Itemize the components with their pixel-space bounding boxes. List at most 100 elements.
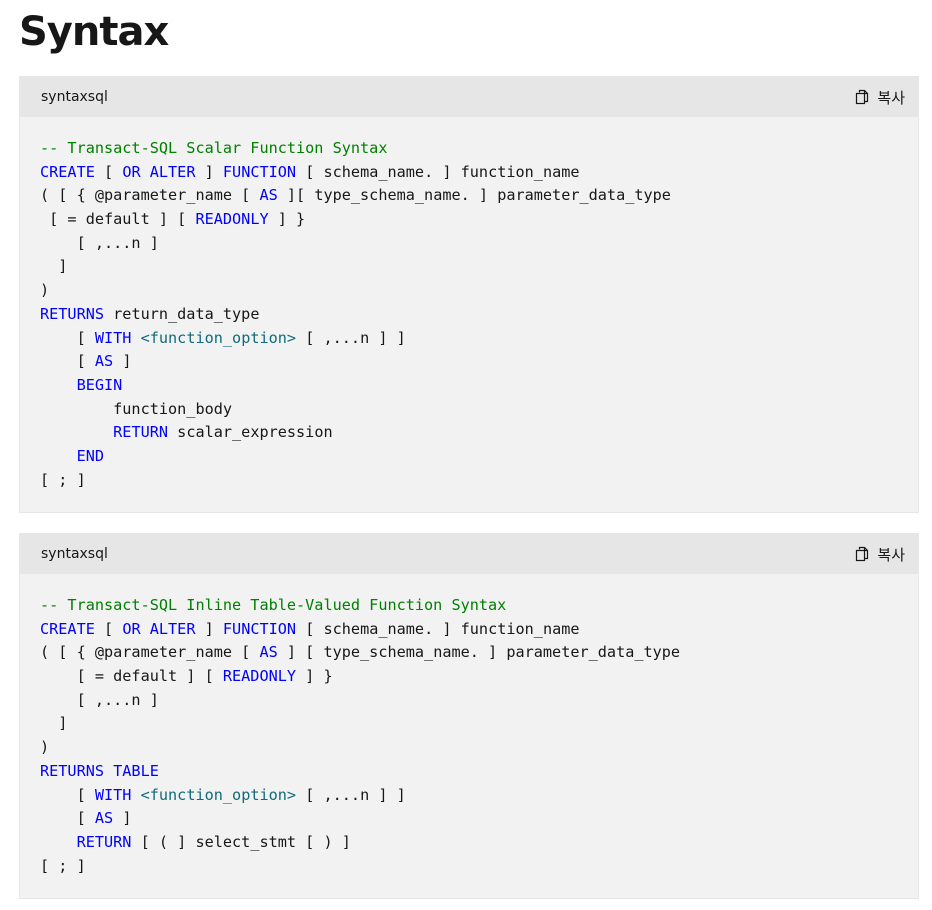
sql-placeholder: <function_option>: [140, 328, 297, 347]
code-text: [: [40, 785, 95, 804]
code-line: END: [40, 445, 918, 469]
sql-keyword: WITH: [94, 328, 132, 347]
sql-placeholder: <function_option>: [140, 785, 297, 804]
code-text: ]: [195, 162, 223, 181]
sql-keyword: FUNCTION: [222, 619, 297, 638]
code-line: ]: [40, 255, 918, 279]
code-text: ][ type_schema_name. ] parameter_data_ty…: [277, 186, 671, 205]
code-text: [: [40, 352, 95, 371]
code-line: CREATE [ OR ALTER ] FUNCTION [ schema_na…: [40, 618, 918, 642]
code-line: CREATE [ OR ALTER ] FUNCTION [ schema_na…: [40, 161, 918, 185]
code-text: [ ( ] select_stmt [ ) ]: [131, 832, 351, 851]
sql-keyword: RETURN: [113, 423, 169, 442]
sql-keyword: OR ALTER: [122, 162, 196, 181]
code-text: [: [40, 328, 95, 347]
code-text: [ = default ] [: [40, 667, 223, 686]
code-block-header: syntaxsql 복사: [20, 534, 918, 574]
sql-keyword: AS: [259, 643, 278, 662]
code-line: ( [ { @parameter_name [ AS ] [ type_sche…: [40, 641, 918, 665]
language-label: syntaxsql: [41, 89, 108, 105]
code-line: RETURNS return_data_type: [40, 303, 918, 327]
code-line: RETURNS TABLE: [40, 760, 918, 784]
code-text: [: [94, 619, 123, 638]
code-text: ]: [113, 352, 132, 371]
code-text: [ ; ]: [40, 470, 86, 489]
sql-keyword: OR ALTER: [122, 619, 196, 638]
sql-keyword: RETURN: [76, 832, 132, 851]
code-block-header: syntaxsql 복사: [20, 77, 918, 117]
code-text: ] }: [268, 210, 306, 229]
code-text: ]: [40, 257, 68, 276]
code-text: scalar_expression: [168, 423, 333, 442]
code-line: ]: [40, 712, 918, 736]
copy-icon: [854, 89, 870, 105]
sql-keyword: END: [76, 446, 105, 465]
code-line: RETURN [ ( ] select_stmt [ ) ]: [40, 831, 918, 855]
code-line: ): [40, 279, 918, 303]
code-text: ): [40, 738, 50, 757]
sql-keyword: AS: [94, 352, 114, 371]
sql-keyword: AS: [94, 809, 114, 828]
copy-label: 복사: [877, 88, 905, 107]
code-line: [ AS ]: [40, 807, 918, 831]
sql-comment: -- Transact-SQL Inline Table-Valued Func…: [40, 596, 507, 614]
sql-comment: -- Transact-SQL Scalar Function Syntax: [40, 139, 388, 157]
code-content: -- Transact-SQL Inline Table-Valued Func…: [20, 574, 918, 878]
code-line: ( [ { @parameter_name [ AS ][ type_schem…: [40, 184, 918, 208]
sql-keyword: CREATE: [40, 162, 95, 181]
code-text: [ ; ]: [40, 856, 86, 875]
code-text: ( [ { @parameter_name [: [40, 186, 260, 205]
sql-keyword: AS: [259, 186, 278, 205]
code-content: -- Transact-SQL Scalar Function Syntax CR…: [20, 117, 918, 492]
sql-keyword: READONLY: [195, 210, 269, 229]
copy-button[interactable]: 복사: [854, 77, 905, 117]
copy-button[interactable]: 복사: [854, 534, 905, 574]
sql-keyword: RETURNS TABLE: [40, 761, 159, 780]
code-text: ] }: [296, 667, 333, 686]
code-line: ): [40, 736, 918, 760]
code-text: [ schema_name. ] function_name: [296, 162, 580, 181]
code-line: [ ,...n ]: [40, 232, 918, 256]
sql-keyword: BEGIN: [76, 375, 123, 394]
page-title: Syntax: [19, 9, 169, 55]
code-text: [: [94, 162, 123, 181]
code-text: [ ,...n ] ]: [296, 785, 406, 804]
code-line: -- Transact-SQL Inline Table-Valued Func…: [40, 594, 918, 618]
code-text: ]: [113, 809, 132, 828]
code-text: [ schema_name. ] function_name: [296, 619, 580, 638]
code-text: [ = default ] [: [40, 210, 196, 229]
code-line: -- Transact-SQL Scalar Function Syntax: [40, 137, 918, 161]
sql-keyword: WITH: [94, 785, 132, 804]
copy-label: 복사: [877, 545, 905, 564]
sql-keyword: READONLY: [222, 667, 297, 686]
code-line: [ = default ] [ READONLY ] }: [40, 208, 918, 232]
code-text: ): [40, 281, 50, 300]
code-line: [ ; ]: [40, 469, 918, 493]
code-line: BEGIN: [40, 374, 918, 398]
copy-icon: [854, 546, 870, 562]
code-block: syntaxsql 복사 -- Transact-SQL Scalar Func…: [19, 76, 919, 513]
code-line: RETURN scalar_expression: [40, 421, 918, 445]
sql-keyword: FUNCTION: [222, 162, 297, 181]
code-text: [ ,...n ]: [40, 690, 159, 709]
code-text: ]: [40, 714, 68, 733]
code-line: [ ; ]: [40, 855, 918, 879]
code-text: return_data_type: [104, 304, 260, 323]
code-line: [ WITH <function_option> [ ,...n ] ]: [40, 784, 918, 808]
code-line: function_body: [40, 398, 918, 422]
code-text: [ ,...n ] ]: [296, 328, 406, 347]
page: Syntax syntaxsql 복사 -- Transact-SQL Scal…: [0, 0, 932, 910]
sql-keyword: RETURNS: [40, 304, 105, 323]
sql-keyword: CREATE: [40, 619, 95, 638]
code-text: ] [ type_schema_name. ] parameter_data_t…: [277, 643, 681, 662]
code-text: function_body: [40, 399, 233, 418]
code-line: [ AS ]: [40, 350, 918, 374]
language-label: syntaxsql: [41, 546, 108, 562]
code-text: [ ,...n ]: [40, 233, 159, 252]
